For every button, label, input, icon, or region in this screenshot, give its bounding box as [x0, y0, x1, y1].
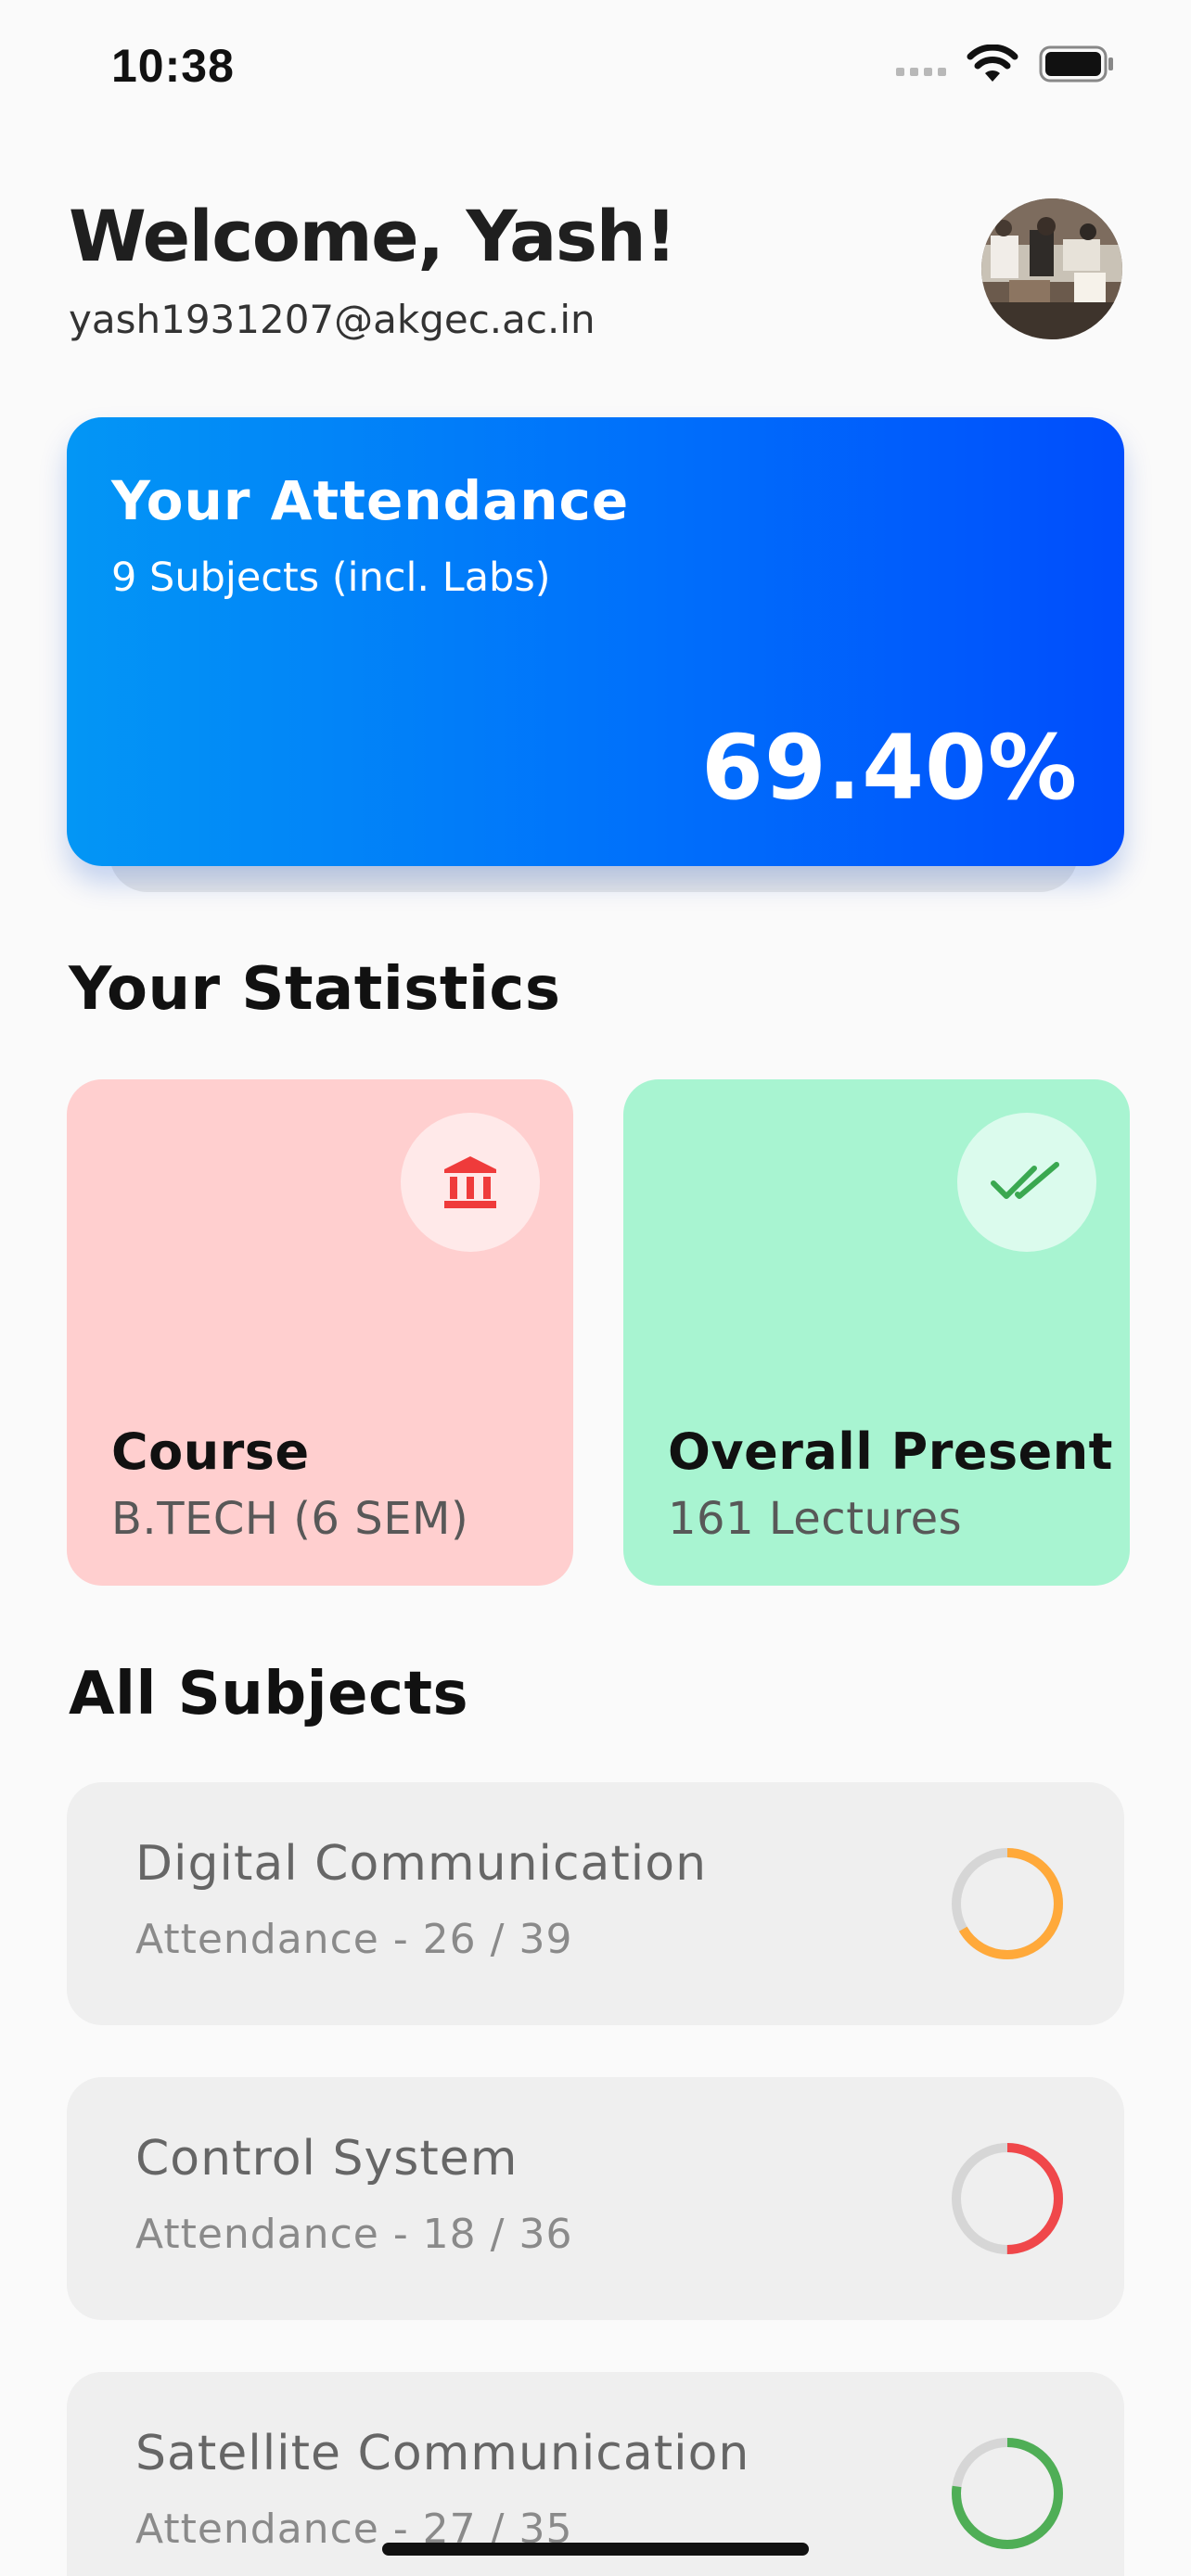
course-value: B.TECH (6 SEM)	[111, 1493, 469, 1545]
attendance-title: Your Attendance	[111, 469, 630, 532]
user-email: yash1931207@akgec.ac.in	[69, 297, 596, 342]
attendance-card[interactable]: Your Attendance 9 Subjects (incl. Labs) …	[67, 417, 1124, 866]
status-time: 10:38	[111, 40, 235, 92]
overall-present-stat-card[interactable]: Overall Present 161 Lectures	[623, 1079, 1130, 1586]
subject-name: Satellite Communication	[135, 2426, 750, 2481]
cellular-signal-icon	[896, 67, 946, 76]
subject-name: Digital Communication	[135, 1836, 708, 1892]
statistics-heading: Your Statistics	[69, 955, 561, 1024]
overall-present-value: 161 Lectures	[668, 1493, 963, 1545]
subject-card[interactable]: Control System Attendance - 18 / 36	[67, 2077, 1124, 2320]
welcome-heading: Welcome, Yash!	[69, 195, 677, 277]
profile-avatar[interactable]	[981, 198, 1122, 339]
overall-present-label: Overall Present	[668, 1422, 1113, 1481]
status-icons	[896, 45, 1115, 83]
course-label: Course	[111, 1422, 310, 1481]
course-stat-card[interactable]: Course B.TECH (6 SEM)	[67, 1079, 573, 1586]
present-icon-badge	[957, 1113, 1096, 1252]
wifi-icon	[967, 45, 1018, 82]
subject-card[interactable]: Digital Communication Attendance - 26 / …	[67, 1782, 1124, 2025]
status-bar: 10:38	[0, 0, 1191, 139]
subject-name: Control System	[135, 2131, 519, 2187]
course-icon-badge	[401, 1113, 540, 1252]
app-screen: 10:38 Welcome, Yash! yash1931207@akgec.a…	[0, 0, 1191, 2576]
subject-attendance: Attendance - 18 / 36	[135, 2211, 573, 2258]
attendance-progress-ring	[952, 2438, 1063, 2549]
subject-attendance: Attendance - 26 / 39	[135, 1916, 573, 1963]
subjects-heading: All Subjects	[69, 1660, 469, 1728]
attendance-progress-ring	[952, 2143, 1063, 2254]
institution-icon	[444, 1156, 496, 1208]
home-indicator[interactable]	[382, 2543, 809, 2556]
battery-icon	[1039, 45, 1113, 83]
attendance-progress-ring	[952, 1848, 1063, 1959]
attendance-subtitle: 9 Subjects (incl. Labs)	[111, 555, 551, 601]
double-check-icon	[991, 1162, 1059, 1199]
attendance-percentage: 69.40%	[701, 716, 1078, 820]
